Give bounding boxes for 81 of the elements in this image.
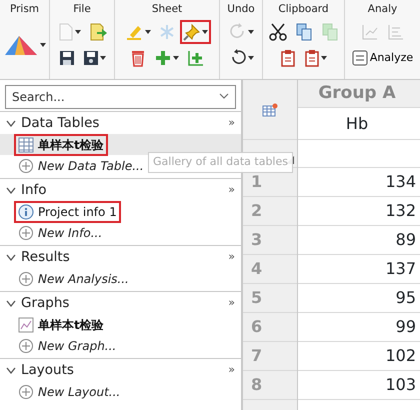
expand-icon[interactable]: »	[228, 249, 235, 266]
caret-icon	[40, 43, 46, 47]
redo-icon	[228, 23, 246, 41]
table-cell[interactable]: 102	[298, 342, 420, 371]
add-icon	[18, 158, 34, 174]
document-icon	[58, 23, 74, 41]
chevron-down-icon	[219, 93, 229, 99]
add-icon	[18, 384, 34, 400]
table-cell[interactable]: 134	[298, 168, 420, 197]
section-title[interactable]: Graphs	[21, 293, 228, 314]
table-icon	[18, 136, 34, 152]
analyze-icon	[352, 50, 368, 66]
group-label: File	[73, 2, 91, 16]
table-cell[interactable]: 95	[298, 284, 420, 313]
section-title[interactable]: Layouts	[21, 360, 228, 381]
caret-icon	[172, 56, 178, 60]
row-number: 6	[243, 313, 297, 342]
caret-icon	[145, 30, 151, 34]
caret-icon	[321, 56, 327, 60]
highlighter-icon	[126, 23, 144, 41]
table-cell[interactable]: 132	[298, 197, 420, 226]
column-subtitle[interactable]: Hb	[298, 108, 420, 140]
open-file-icon	[88, 23, 106, 41]
caret-icon	[74, 30, 80, 34]
group-label: Analy	[368, 2, 398, 16]
save-icon	[58, 50, 74, 66]
navigator-item[interactable]: New Info...	[14, 222, 106, 244]
caret-icon	[248, 56, 254, 60]
row-number: 4	[243, 255, 297, 284]
navigator-item[interactable]: 单样本t检验	[14, 134, 108, 156]
navigator-item[interactable]: New Graph...	[14, 334, 120, 356]
row-number: 2	[243, 197, 297, 226]
search-field[interactable]: Search...	[5, 85, 236, 109]
navigator-item[interactable]: New Layout...	[14, 380, 124, 402]
group-label: Clipboard	[278, 2, 329, 16]
section-title[interactable]: Data Tables	[21, 113, 228, 134]
add-column-icon	[186, 49, 204, 67]
expand-icon[interactable]: »	[228, 182, 235, 199]
table-settings-icon	[262, 102, 278, 116]
group-label: Sheet	[152, 2, 182, 16]
navigator-item[interactable]: New Data Table...	[14, 154, 148, 176]
chart-icon	[360, 23, 378, 41]
scissors-icon	[268, 23, 286, 41]
row-number: 3	[243, 226, 297, 255]
row-number: 7	[243, 342, 297, 371]
table-cell[interactable]: 99	[298, 313, 420, 342]
group-label: Undo	[227, 2, 255, 16]
section-title[interactable]: Results	[21, 247, 228, 268]
snowflake-icon	[159, 24, 175, 40]
group-label: Prism	[10, 2, 40, 16]
row-number: 5	[243, 284, 297, 313]
plus-icon	[154, 49, 172, 67]
pin-icon	[183, 23, 201, 41]
add-icon	[18, 338, 34, 354]
clipboard-icon	[304, 49, 320, 67]
expand-icon[interactable]: »	[228, 115, 235, 132]
trash-icon	[130, 49, 146, 67]
expand-icon[interactable]: »	[228, 295, 235, 312]
row-number: 8	[243, 371, 297, 400]
copy-icon	[294, 23, 312, 41]
table-cell[interactable]: 137	[298, 255, 420, 284]
tooltip: Gallery of all data tables	[148, 152, 293, 172]
graph-icon	[18, 316, 34, 332]
clipboard-icon	[280, 49, 296, 67]
chart-icon	[386, 23, 404, 41]
add-icon	[18, 224, 34, 240]
save-as-icon	[82, 50, 98, 66]
caret-icon	[202, 30, 208, 34]
table-cell[interactable]: 103	[298, 371, 420, 400]
caret-icon	[100, 56, 106, 60]
navigator-item[interactable]: 单样本t检验	[14, 314, 108, 336]
table-cell[interactable]: 89	[298, 226, 420, 255]
navigator-item[interactable]: New Analysis...	[14, 268, 133, 290]
add-icon	[18, 270, 34, 286]
info-icon	[18, 204, 34, 220]
analyze-button[interactable]: Analyze	[352, 50, 414, 66]
navigator-item[interactable]: Project info 1	[14, 200, 121, 222]
section-title[interactable]: Info	[21, 180, 228, 201]
copy-icon	[320, 23, 338, 41]
expand-icon[interactable]: »	[228, 362, 235, 379]
caret-icon	[248, 30, 254, 34]
